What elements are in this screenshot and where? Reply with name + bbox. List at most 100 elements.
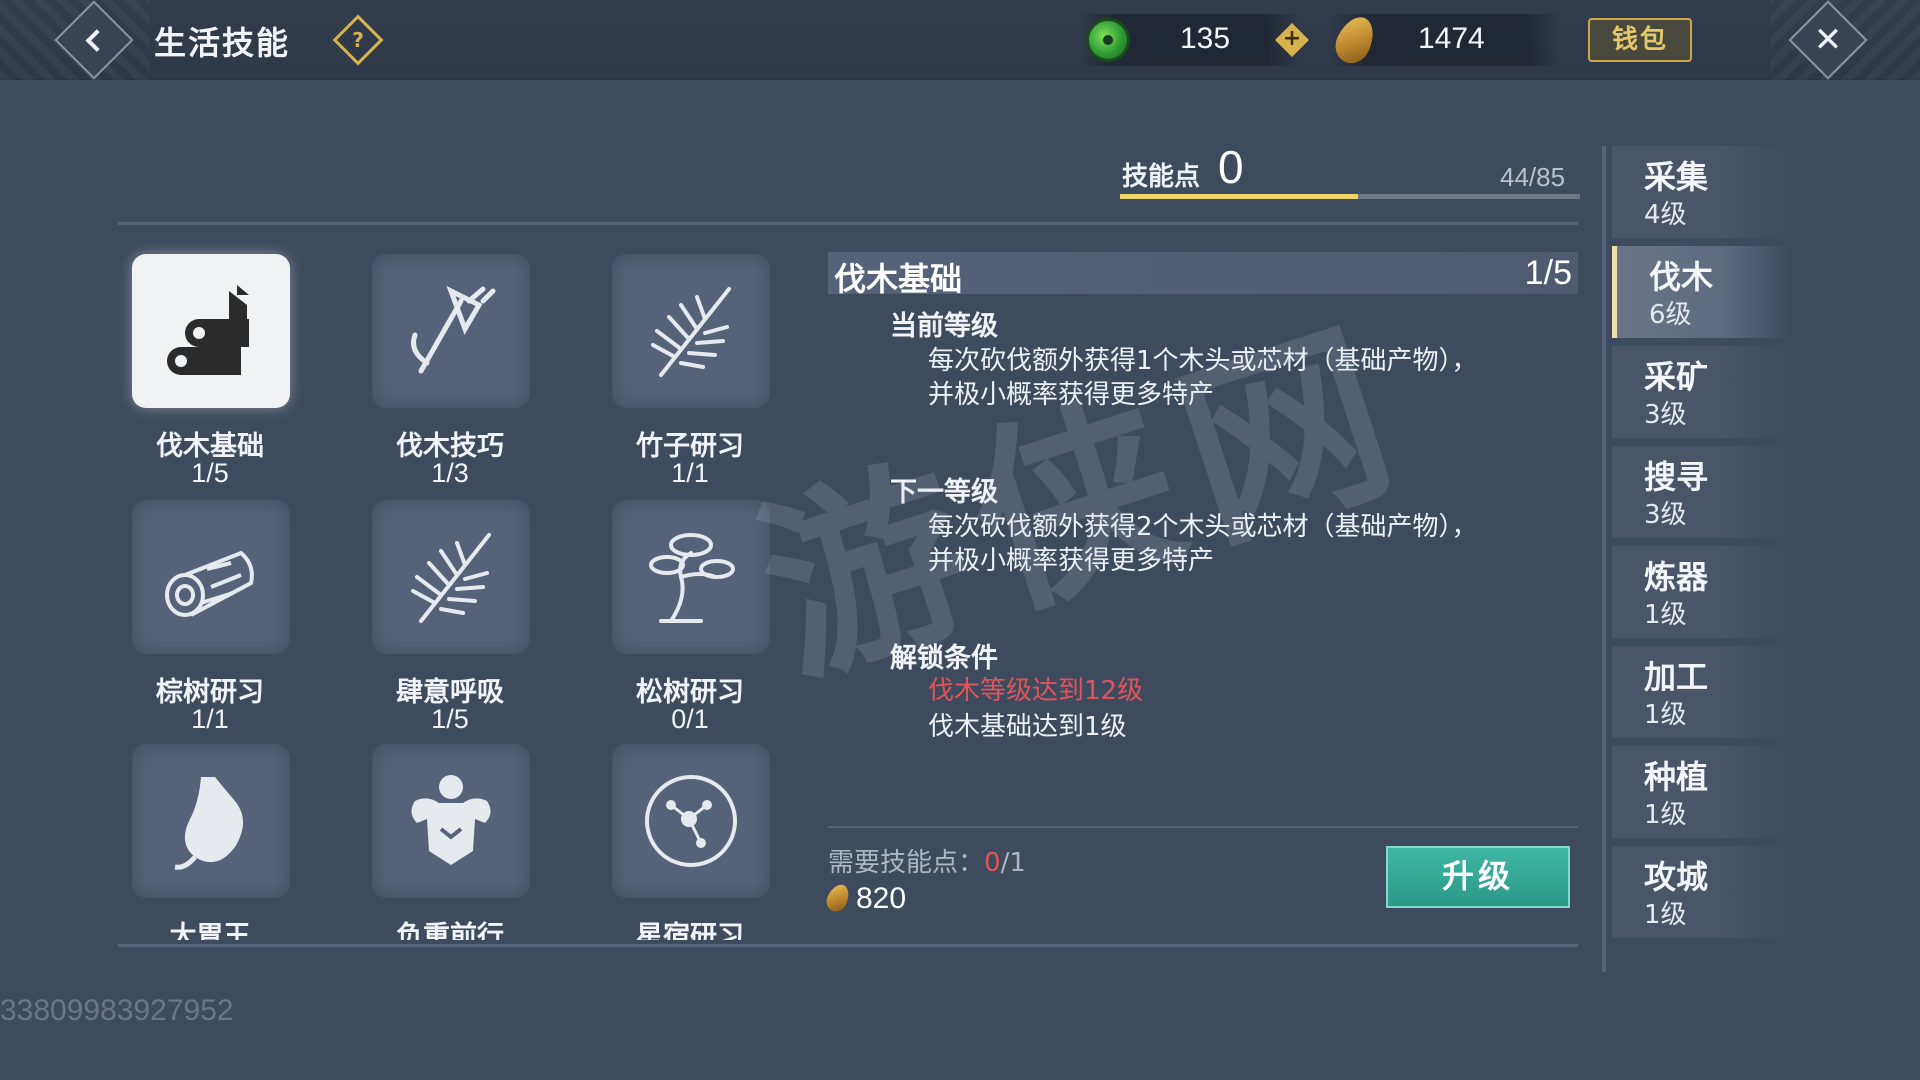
constellation-icon — [645, 775, 737, 867]
skill-icon-frame — [372, 254, 530, 408]
skill-progress-text: 44/85 — [1500, 162, 1566, 192]
skill-icon-frame — [612, 254, 770, 408]
skill-points-label: 技能点 — [1122, 162, 1201, 192]
required-skill-points-total: /1 — [1000, 848, 1026, 878]
unlock-condition-unmet: 伐木等级达到12级 — [928, 676, 1144, 706]
tab-level: 1级 — [1644, 700, 1687, 730]
tab-siege[interactable]: 攻城 1级 — [1612, 846, 1790, 938]
unlock-conditions-heading: 解锁条件 — [890, 643, 998, 674]
skill-icon-frame — [132, 500, 290, 654]
jade-icon — [1086, 18, 1130, 62]
skill-level: 0/1 — [671, 704, 709, 734]
tab-label: 攻城 — [1644, 858, 1709, 896]
plus-icon: + — [1282, 26, 1302, 51]
tab-logging[interactable]: 伐木 6级 — [1612, 246, 1790, 338]
current-level-heading: 当前等级 — [890, 311, 998, 342]
tab-label: 搜寻 — [1644, 458, 1709, 496]
tab-level: 3级 — [1644, 400, 1687, 430]
skill-progress-fill — [1120, 194, 1359, 199]
leaf-coin-icon — [1329, 11, 1381, 69]
skill-points-value: 0 — [1218, 141, 1244, 193]
skill-level: 1/5 — [191, 458, 229, 488]
watermark: 游侠网 — [735, 287, 1436, 716]
skill-icon-frame — [132, 254, 290, 408]
skill-name: 大胃王 — [169, 921, 251, 940]
tab-refining[interactable]: 炼器 1级 — [1612, 546, 1790, 638]
page-title: 生活技能 — [154, 24, 291, 62]
leaf-amount: 1474 — [1418, 22, 1485, 55]
required-skill-points: 需要技能点：0/1 — [828, 842, 1026, 879]
skill-level: 1/1 — [671, 458, 709, 488]
tab-level: 3级 — [1644, 500, 1687, 530]
divider — [118, 222, 1578, 225]
tab-gathering[interactable]: 采集 4级 — [1612, 146, 1790, 238]
tab-processing[interactable]: 加工 1级 — [1612, 646, 1790, 738]
bamboo-icon — [651, 287, 731, 377]
wallet-button[interactable]: 钱包 — [1588, 18, 1692, 62]
tab-label: 加工 — [1644, 658, 1709, 696]
skill-card-bamboo-study[interactable]: 竹子研习 1/1 — [580, 254, 770, 494]
skill-icon-frame — [372, 500, 530, 654]
muscle-icon — [411, 775, 491, 865]
skill-detail-title: 伐木基础 — [834, 260, 963, 298]
tab-level: 6级 — [1649, 300, 1692, 330]
chevron-left-icon — [85, 29, 109, 52]
skill-detail-header: 伐木基础 1/5 — [828, 252, 1578, 298]
required-skill-points-label: 需要技能点： — [828, 848, 985, 878]
tab-label: 炼器 — [1644, 558, 1709, 596]
tab-level: 1级 — [1644, 600, 1687, 630]
jade-amount: 135 — [1180, 22, 1231, 55]
next-level-heading: 下一等级 — [890, 477, 998, 508]
skill-detail-level: 1/5 — [1524, 254, 1572, 292]
user-id: 33809983927952 — [0, 994, 234, 1027]
skill-name: 星宿研习 — [636, 921, 744, 940]
upgrade-cost: 820 — [823, 881, 907, 916]
skill-card-logging-technique[interactable]: 伐木技巧 1/3 — [340, 254, 530, 494]
add-jade-button[interactable]: + — [1275, 23, 1309, 57]
log-icon — [165, 550, 254, 617]
required-skill-points-current: 0 — [984, 848, 1001, 878]
skill-card-palm-study[interactable]: 棕树研习 1/1 — [100, 500, 290, 740]
jade-currency: 135 — [1080, 14, 1300, 66]
upgrade-button[interactable]: 升级 — [1386, 846, 1570, 908]
skill-card-constellation-study[interactable]: 星宿研习 — [580, 744, 770, 984]
tab-level: 1级 — [1644, 800, 1687, 830]
skill-card-pine-study[interactable]: 松树研习 0/1 — [580, 500, 770, 740]
divider — [118, 944, 1578, 947]
skill-icon-frame — [612, 500, 770, 654]
tab-level: 1级 — [1644, 900, 1687, 930]
current-level-description: 每次砍伐额外获得1个木头或芯材（基础产物），并极小概率获得更多特产 — [928, 346, 1478, 410]
skill-progress-bar — [1120, 194, 1580, 199]
skill-card-logging-basics[interactable]: 伐木基础 1/5 — [100, 254, 290, 494]
question-icon: ? — [352, 28, 364, 52]
tab-mining[interactable]: 采矿 3级 — [1612, 346, 1790, 438]
tab-planting[interactable]: 种植 1级 — [1612, 746, 1790, 838]
skill-level: 1/3 — [431, 458, 469, 488]
next-level-description: 每次砍伐额外获得2个木头或芯材（基础产物），并极小概率获得更多特产 — [928, 512, 1478, 576]
category-rail — [1602, 146, 1606, 972]
pine-tree-icon — [649, 533, 735, 623]
tab-label: 采集 — [1644, 158, 1709, 196]
skill-card-big-eater[interactable]: 大胃王 — [100, 744, 290, 984]
logs-icon — [167, 285, 249, 375]
tab-level: 4级 — [1644, 200, 1687, 230]
leaf-coin-icon — [823, 881, 853, 915]
leaf-branch-icon — [411, 533, 491, 623]
tab-searching[interactable]: 搜寻 3级 — [1612, 446, 1790, 538]
axe-icon — [411, 285, 496, 374]
close-icon: ✕ — [1813, 20, 1843, 60]
skill-icon-frame — [372, 744, 530, 898]
leaf-currency: 1474 — [1329, 11, 1560, 69]
skill-card-heavy-load[interactable]: 负重前行 — [340, 744, 530, 984]
skill-level: 1/5 — [431, 704, 469, 734]
unlock-condition-met: 伐木基础达到1级 — [928, 712, 1127, 742]
stomach-icon — [174, 777, 243, 870]
skill-icon-frame — [132, 744, 290, 898]
skill-card-free-breathing[interactable]: 肆意呼吸 1/5 — [340, 500, 530, 740]
upgrade-cost-value: 820 — [856, 882, 907, 915]
tab-label: 采矿 — [1644, 358, 1709, 396]
tab-label: 伐木 — [1649, 258, 1714, 296]
skill-name: 负重前行 — [396, 921, 504, 940]
skill-icon-frame — [612, 744, 770, 898]
divider — [828, 826, 1578, 828]
